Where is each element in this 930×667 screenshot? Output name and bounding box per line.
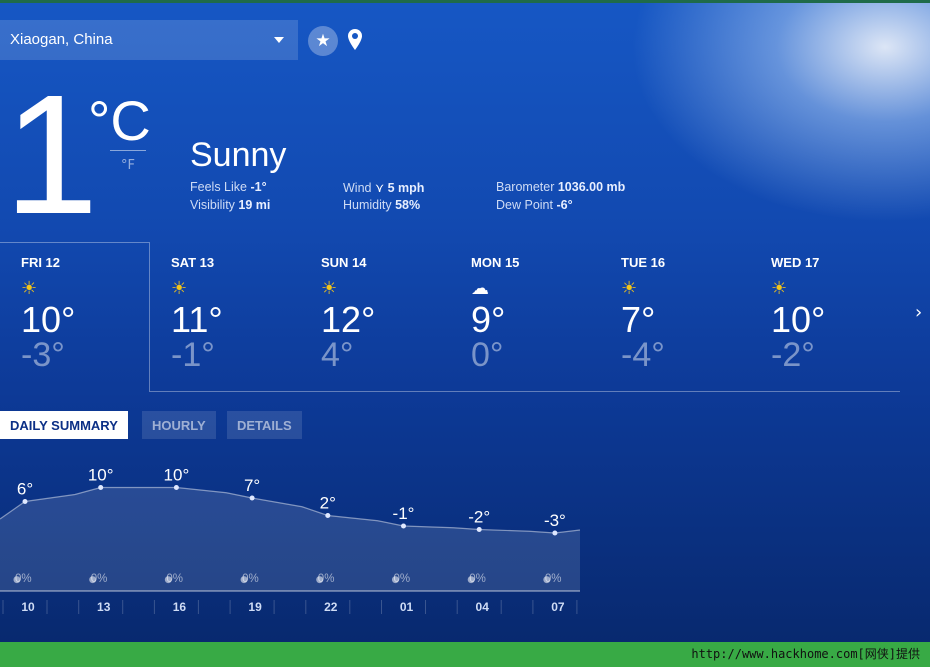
tab-hourly[interactable]: HOURLY: [142, 411, 216, 439]
current-temp: 1: [4, 60, 99, 250]
day-name: TUE 16: [621, 255, 666, 270]
unit-celsius[interactable]: °C: [88, 88, 151, 153]
wind-direction-icon: ⋎: [374, 181, 385, 195]
temp-point: [173, 485, 179, 490]
temp-label: -2°: [468, 508, 490, 527]
hour-tick-label: 10: [21, 600, 35, 614]
feels-like: Feels Like -1°: [190, 180, 267, 194]
watermark: http://www.hackhome.com[网侠]提供: [691, 647, 920, 661]
temp-area: [0, 487, 580, 591]
raindrop-icon: ●: [543, 575, 551, 585]
hour-tick-label: 16: [173, 600, 187, 614]
high-temp: 10°: [771, 299, 826, 340]
forecast-day[interactable]: MON 15 ☁ 9° 0°: [450, 255, 600, 372]
current-location-button[interactable]: [346, 28, 364, 56]
star-plus-icon: ★: [315, 31, 331, 51]
temp-label: 7°: [244, 476, 260, 495]
temp-label: 10°: [88, 466, 114, 485]
low-temp: -2°: [771, 336, 815, 374]
temp-point: [401, 523, 406, 529]
add-favorite-button[interactable]: ★: [308, 26, 338, 56]
temp-point: [552, 530, 558, 536]
location-name: Xiaogan, China: [10, 31, 113, 48]
temp-label: -1°: [393, 504, 415, 523]
sunny-icon: ☀: [171, 278, 188, 298]
hour-tick-label: 19: [248, 600, 262, 614]
sunny-icon: ☀: [21, 278, 38, 298]
sun-glare: [630, 3, 930, 223]
high-temp: 11°: [171, 299, 223, 340]
cloudy-icon: ☁: [471, 278, 489, 298]
wind: Wind ⋎ 5 mph: [343, 181, 425, 195]
raindrop-icon: ●: [316, 575, 324, 585]
forecast-day[interactable]: SAT 13 ☀ 11° -1°: [150, 255, 300, 372]
high-temp: 7°: [621, 299, 656, 340]
tab-daily-summary[interactable]: DAILY SUMMARY: [0, 411, 128, 439]
temp-label: 2°: [320, 494, 336, 513]
temp-point: [249, 495, 255, 501]
hour-tick-label: 01: [400, 600, 414, 614]
raindrop-icon: ●: [164, 575, 172, 585]
hour-tick-label: 13: [97, 600, 111, 614]
forecast-day[interactable]: SUN 14 ☀ 12° 4°: [300, 255, 450, 372]
temp-label: 6°: [17, 480, 33, 499]
unit-divider: [110, 150, 146, 151]
raindrop-icon: ●: [89, 575, 97, 585]
raindrop-icon: ●: [240, 575, 248, 585]
high-temp: 9°: [471, 299, 506, 340]
location-dropdown[interactable]: Xiaogan, China: [0, 20, 298, 60]
day-name: SUN 14: [321, 255, 367, 270]
dew-point: Dew Point -6°: [496, 198, 573, 212]
location-pin-icon: [348, 29, 362, 50]
hourly-chart: 6°0%●1010°0%●1310°0%●167°0%●192°0%●22-1°…: [0, 466, 581, 614]
sunny-icon: ☀: [771, 278, 788, 298]
temp-label: -3°: [544, 511, 566, 530]
low-temp: -1°: [171, 336, 215, 374]
temp-label: 10°: [164, 466, 190, 485]
sunny-icon: ☀: [321, 278, 338, 298]
temp-point: [98, 485, 104, 490]
raindrop-icon: ●: [392, 575, 400, 585]
tab-details[interactable]: DETAILS: [227, 411, 302, 439]
hour-tick-label: 22: [324, 600, 338, 614]
condition: Sunny: [190, 136, 287, 174]
chevron-right-icon[interactable]: ›: [915, 302, 922, 323]
forecast-divider: [150, 391, 900, 392]
unit-fahrenheit[interactable]: °F: [121, 158, 135, 173]
hour-tick-label: 07: [551, 600, 565, 614]
low-temp: -4°: [621, 336, 665, 374]
chevron-down-icon: [274, 37, 284, 48]
high-temp: 12°: [321, 299, 376, 340]
day-name: WED 17: [771, 255, 820, 270]
barometer: Barometer 1036.00 mb: [496, 180, 626, 194]
raindrop-icon: ●: [467, 575, 475, 585]
high-temp: 10°: [21, 299, 76, 340]
temp-point: [476, 527, 482, 532]
low-temp: 4°: [321, 336, 354, 374]
forecast-day[interactable]: WED 17 ☀ 10° -2°: [750, 255, 900, 372]
day-name: SAT 13: [171, 255, 215, 270]
forecast-day[interactable]: FRI 12 ☀ 10° -3°: [0, 255, 150, 372]
low-temp: -3°: [21, 336, 65, 374]
low-temp: 0°: [471, 336, 504, 374]
temp-point: [325, 513, 331, 518]
hour-tick-label: 04: [476, 600, 490, 614]
day-name: MON 15: [471, 255, 520, 270]
day-name: FRI 12: [21, 255, 61, 270]
visibility: Visibility 19 mi: [190, 198, 271, 212]
raindrop-icon: ●: [13, 575, 21, 585]
humidity: Humidity 58%: [343, 198, 421, 212]
forecast-day[interactable]: TUE 16 ☀ 7° -4°: [600, 255, 750, 372]
temp-point: [22, 499, 28, 504]
sunny-icon: ☀: [621, 278, 638, 298]
